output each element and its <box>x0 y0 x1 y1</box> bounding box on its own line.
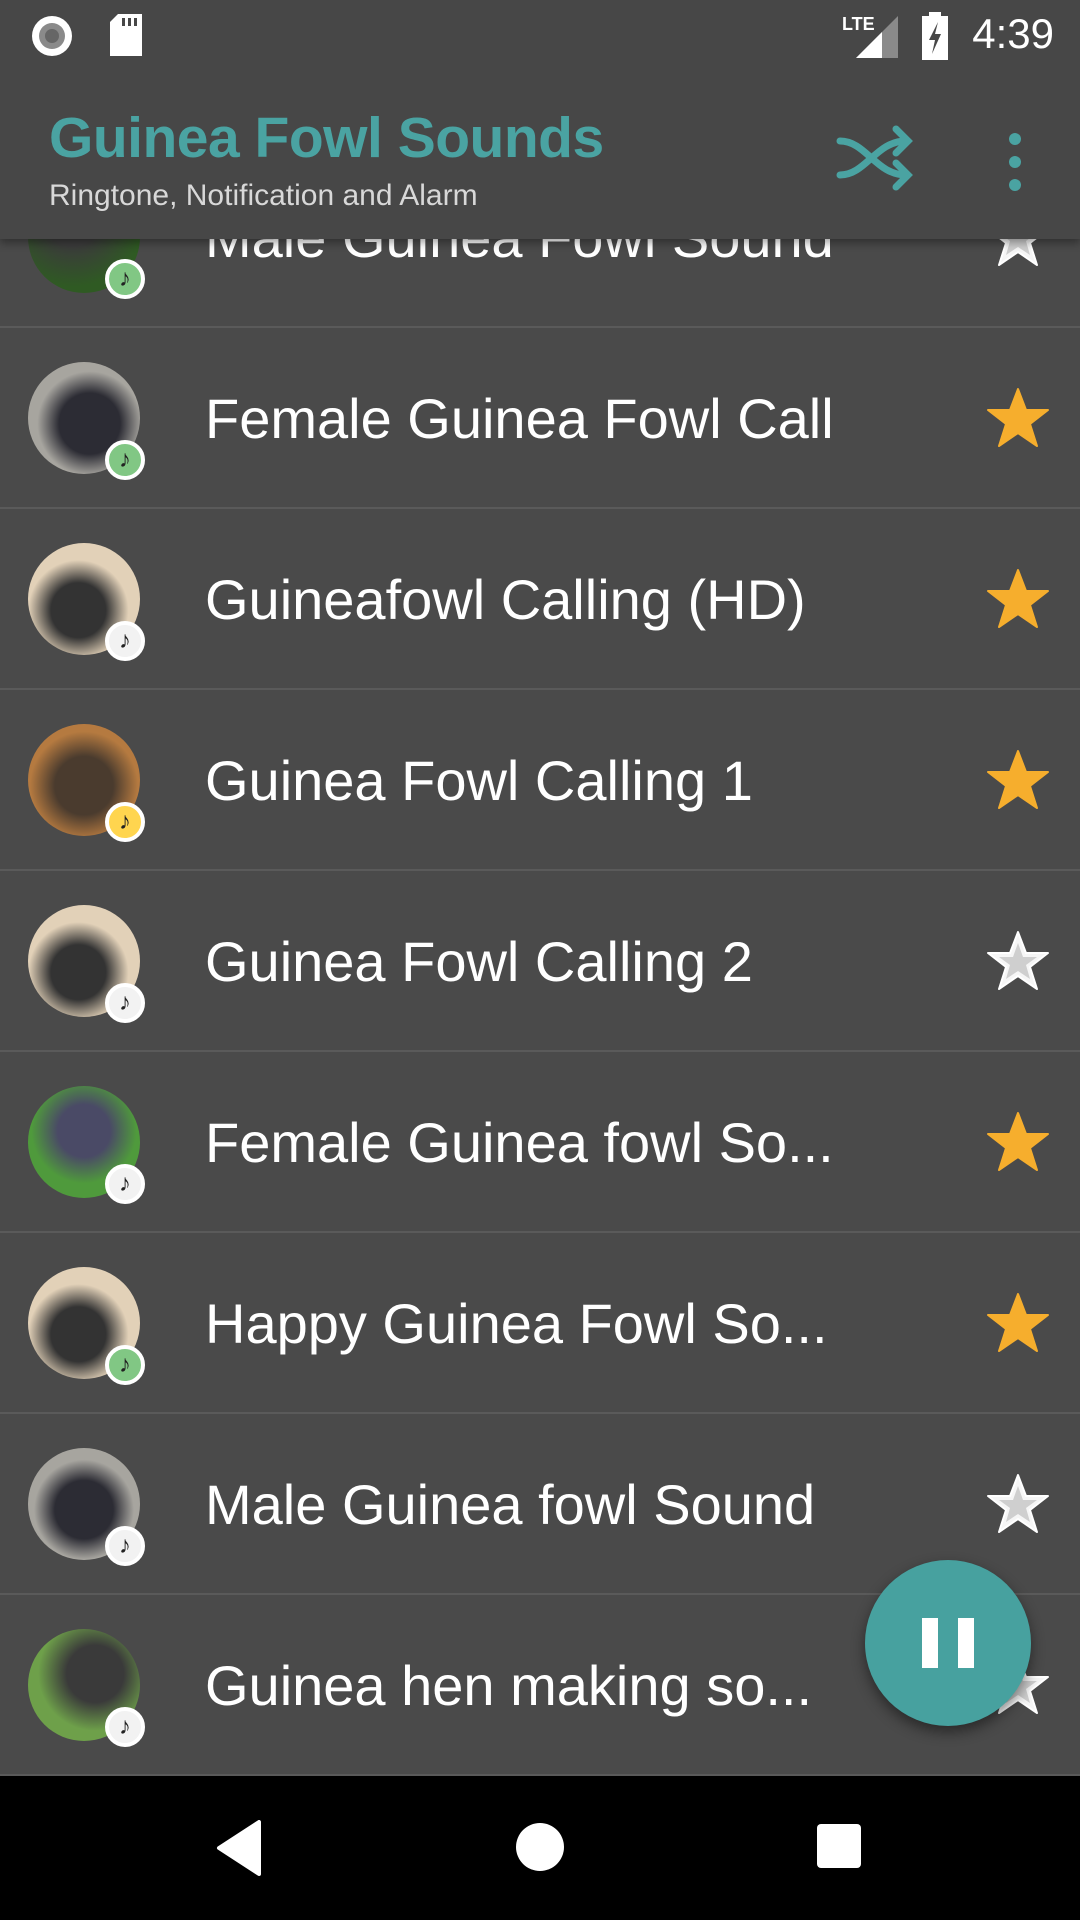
sound-list-item[interactable]: ♪ Happy Guinea Fowl So... <box>0 1233 1080 1414</box>
music-note-icon: ♪ <box>105 1164 145 1204</box>
favorite-star-icon[interactable] <box>985 386 1051 450</box>
music-note-icon: ♪ <box>105 802 145 842</box>
favorite-star-icon[interactable] <box>985 1110 1051 1174</box>
sound-list-item[interactable]: ♪ Guinea Fowl Calling 2 <box>0 871 1080 1052</box>
music-note-icon: ♪ <box>105 440 145 480</box>
music-note-icon: ♪ <box>105 259 145 299</box>
favorite-star-icon[interactable] <box>985 1291 1051 1355</box>
sound-list-item[interactable]: ♪ Female Guinea fowl So... <box>0 1052 1080 1233</box>
sound-title: Guinea hen making so... <box>205 1654 813 1717</box>
sound-title: Guinea Fowl Calling 1 <box>205 749 753 812</box>
music-note-icon: ♪ <box>105 1707 145 1747</box>
status-bar: LTE 4:39 <box>0 0 1080 67</box>
favorite-star-icon[interactable] <box>985 1472 1051 1536</box>
sound-list-item[interactable]: ♪ Guineafowl Calling (HD) <box>0 509 1080 690</box>
sound-list-item[interactable]: ♪ Female Guinea Fowl Call <box>0 328 1080 509</box>
music-note-icon: ♪ <box>105 1345 145 1385</box>
favorite-star-icon[interactable] <box>985 929 1051 993</box>
favorite-star-icon[interactable] <box>985 748 1051 812</box>
sound-title: Happy Guinea Fowl So... <box>205 1292 828 1355</box>
app-title: Guinea Fowl Sounds <box>49 106 604 170</box>
shuffle-icon[interactable] <box>836 123 916 193</box>
sound-title: Female Guinea Fowl Call <box>205 387 834 450</box>
home-icon[interactable] <box>515 1822 565 1872</box>
sound-title: Female Guinea fowl So... <box>205 1111 834 1174</box>
pause-button[interactable] <box>865 1560 1031 1726</box>
sound-list-item[interactable]: ♪ Guinea Fowl Calling 1 <box>0 690 1080 871</box>
record-icon <box>32 16 72 56</box>
sound-list: ♪ Male Guinea Fowl Sound ♪ Female Guinea… <box>0 147 1080 1776</box>
pause-icon <box>922 1618 938 1668</box>
music-note-icon: ♪ <box>105 983 145 1023</box>
favorite-star-icon[interactable] <box>985 567 1051 631</box>
sound-title: Male Guinea fowl Sound <box>205 1473 816 1536</box>
more-options-icon[interactable] <box>995 127 1035 197</box>
navigation-bar <box>0 1776 1080 1920</box>
clock: 4:39 <box>972 10 1054 57</box>
app-bar: Guinea Fowl Sounds Ringtone, Notificatio… <box>0 67 1080 239</box>
pause-icon-bar <box>958 1618 974 1668</box>
sound-title: Guineafowl Calling (HD) <box>205 568 806 631</box>
sd-card-icon <box>110 14 142 56</box>
app-subtitle: Ringtone, Notification and Alarm <box>49 179 478 212</box>
music-note-icon: ♪ <box>105 1526 145 1566</box>
sound-title: Guinea Fowl Calling 2 <box>205 930 753 993</box>
battery-charging-icon <box>922 12 948 60</box>
network-label: LTE <box>842 14 875 34</box>
lte-signal-icon: LTE <box>842 14 898 58</box>
recents-icon[interactable] <box>816 1823 862 1869</box>
back-icon[interactable] <box>215 1820 265 1876</box>
music-note-icon: ♪ <box>105 621 145 661</box>
